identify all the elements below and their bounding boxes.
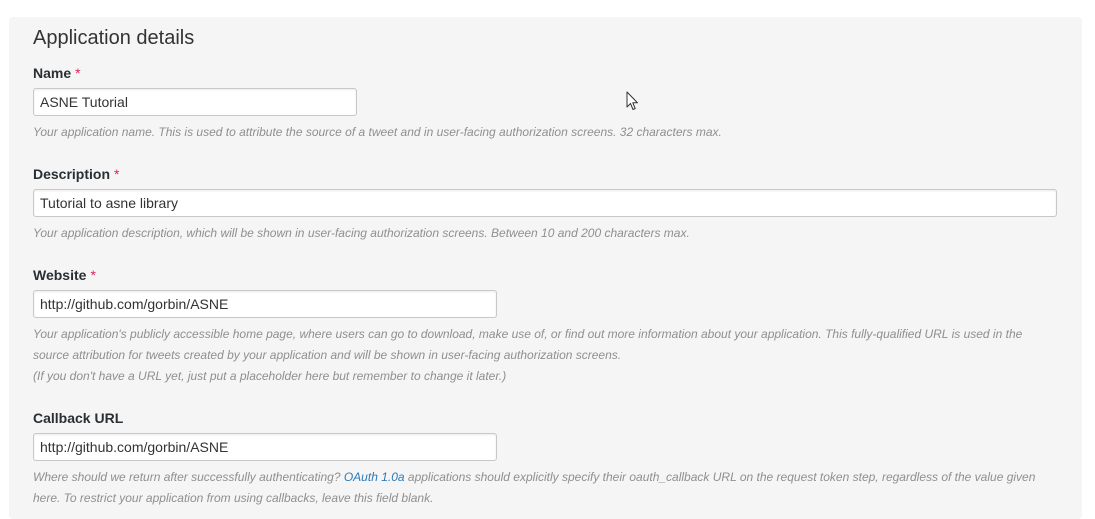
callback-url-label-text: Callback URL <box>33 410 124 426</box>
name-label: Name * <box>33 65 81 81</box>
website-help-text: Your application's publicly accessible h… <box>33 324 1053 387</box>
website-label: Website * <box>33 267 96 283</box>
name-label-text: Name <box>33 65 72 81</box>
website-help-line-1: Your application's publicly accessible h… <box>33 327 1023 341</box>
website-help-line-2: source attribution for tweets created by… <box>33 348 622 362</box>
website-label-text: Website <box>33 267 87 283</box>
callback-url-help-text: Where should we return after successfull… <box>33 467 1053 509</box>
callback-help-line-1: Where should we return after successfull… <box>33 467 1053 488</box>
section-title: Application details <box>33 27 195 49</box>
description-help-text: Your application description, which will… <box>33 226 690 240</box>
name-input[interactable] <box>33 88 357 116</box>
name-help-text: Your application name. This is used to a… <box>33 125 722 139</box>
description-input[interactable] <box>33 189 1057 217</box>
application-details-panel: Application details Name* Your applicati… <box>9 17 1082 519</box>
mouse-pointer-icon <box>626 91 638 110</box>
callback-help-line-2: here. To restrict your application from … <box>33 491 434 505</box>
website-required-mark: * <box>90 267 96 283</box>
description-required-mark: * <box>114 166 120 182</box>
description-label-text: Description <box>33 166 111 182</box>
website-help-line-3: (If you don't have a URL yet, just put a… <box>33 369 507 383</box>
callback-url-label: Callback URL <box>33 410 123 426</box>
oauth-link[interactable]: OAuth 1.0a <box>344 470 405 484</box>
callback-help-suffix: applications should explicitly specify t… <box>407 470 1036 484</box>
callback-help-prefix: Where should we return after successfull… <box>33 470 341 484</box>
description-label: Description * <box>33 166 119 182</box>
name-required-mark: * <box>75 65 81 81</box>
website-input[interactable] <box>33 290 497 318</box>
callback-url-input[interactable] <box>33 433 497 461</box>
